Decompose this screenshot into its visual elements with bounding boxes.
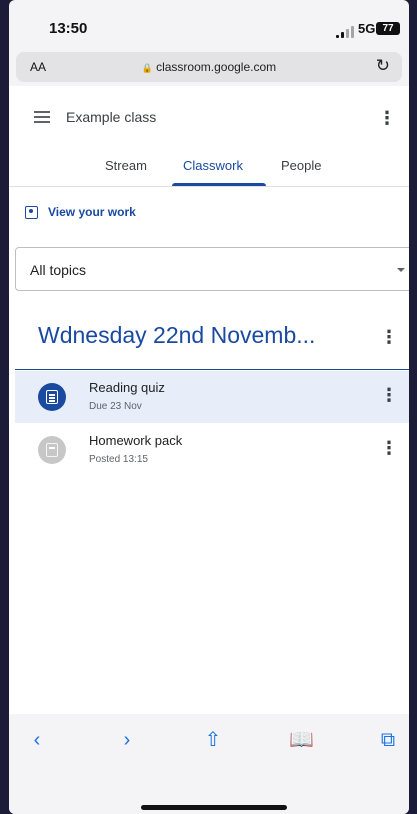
item-more-options-icon[interactable]: ⋮	[379, 438, 399, 458]
hamburger-menu-icon[interactable]	[34, 111, 50, 123]
reload-icon[interactable]: ↻	[376, 56, 390, 76]
material-icon	[38, 436, 66, 464]
tab-bar: Stream Classwork People	[9, 150, 409, 187]
item-title: Homework pack	[89, 433, 183, 448]
signal-icon	[336, 26, 354, 38]
url-text: classroom.google.com	[156, 60, 277, 74]
status-time: 13:50	[49, 20, 88, 37]
item-subtitle: Posted 13:15	[89, 454, 148, 465]
active-tab-indicator	[172, 183, 266, 186]
topic-more-options-icon[interactable]: ⋮	[379, 327, 399, 347]
tab-stream[interactable]: Stream	[105, 158, 147, 173]
class-more-options-icon[interactable]: ⋮	[377, 108, 397, 128]
assignment-ind-icon	[25, 205, 38, 219]
back-icon[interactable]: ‹	[25, 728, 49, 752]
lock-icon: 🔒	[141, 63, 154, 73]
classwork-item[interactable]: Reading quiz Due 23 Nov ⋮	[15, 371, 409, 423]
item-subtitle: Due 23 Nov	[89, 401, 142, 412]
home-indicator	[141, 805, 287, 810]
topic-heading: Wdnesday 22nd Novemb...	[38, 322, 316, 348]
topics-selected-value: All topics	[30, 262, 87, 278]
classroom-page: Example class ⋮ Stream Classwork People …	[9, 86, 409, 735]
view-your-work-label: View your work	[48, 205, 136, 219]
status-bar: 13:50 5G 77	[9, 0, 409, 54]
url-display[interactable]: 🔒 classroom.google.com	[16, 60, 402, 74]
address-bar[interactable]: AA 🔒 classroom.google.com ↻	[16, 52, 402, 82]
view-your-work-link[interactable]: View your work	[25, 203, 136, 221]
item-title: Reading quiz	[89, 380, 165, 395]
dropdown-arrow-icon	[397, 268, 405, 272]
tabs-icon[interactable]: ⧉	[376, 728, 400, 752]
top-app-bar: Example class ⋮	[9, 86, 409, 150]
bookmarks-icon[interactable]: 📖	[289, 728, 314, 752]
assignment-icon	[38, 383, 66, 411]
item-more-options-icon[interactable]: ⋮	[379, 385, 399, 405]
class-title: Example class	[66, 109, 157, 125]
tab-people[interactable]: People	[281, 158, 321, 173]
browser-toolbar: ‹ › ⇧ 📖 ⧉	[9, 714, 409, 814]
battery-icon: 77	[376, 22, 400, 35]
topic-divider	[15, 369, 409, 370]
tab-classwork[interactable]: Classwork	[183, 158, 243, 173]
share-icon[interactable]: ⇧	[201, 728, 225, 752]
network-label: 5G	[358, 21, 376, 36]
classwork-item[interactable]: Homework pack Posted 13:15 ⋮	[15, 424, 409, 476]
phone-screen: 13:50 5G 77 AA 🔒 classroom.google.com ↻ E…	[9, 0, 409, 814]
topics-dropdown[interactable]: All topics	[15, 247, 409, 291]
forward-icon[interactable]: ›	[115, 728, 139, 752]
